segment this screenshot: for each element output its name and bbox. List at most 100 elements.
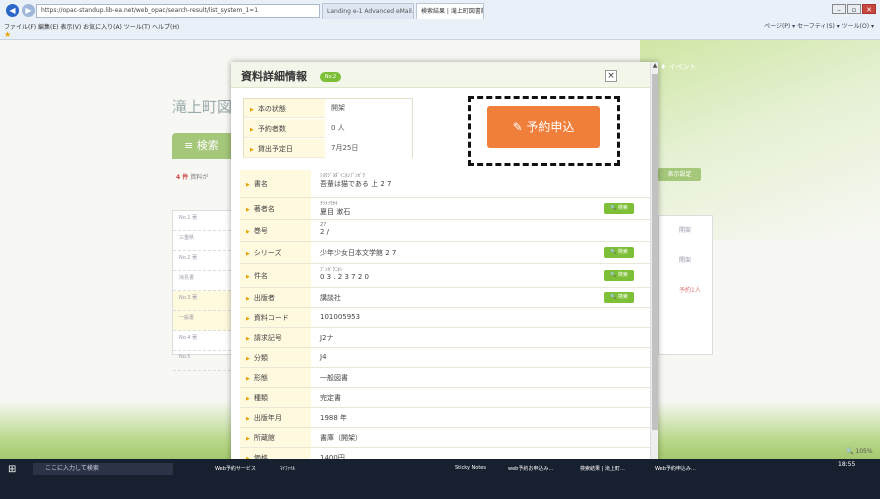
detail-label: 分類 [246, 353, 268, 363]
status-value: 開架 [325, 99, 412, 118]
detail-row: 著者名 ﾅﾂﾒｿｳｾｷ夏目 漱石 🔍 検索 [240, 198, 650, 220]
detail-label-cell: 形態 [240, 368, 311, 387]
list-item[interactable]: 滝島書 [173, 271, 231, 291]
browser-chrome: ◀ ▶ https://opac-standup.lib-ea.net/web_… [0, 0, 880, 40]
display-settings-button[interactable]: 表示設定 [658, 168, 701, 181]
taskbar-item[interactable]: Sticky Notes [455, 465, 486, 471]
detail-row: 所蔵館 書庫（開架） [240, 428, 650, 448]
detail-label: 出版者 [246, 293, 275, 303]
scroll-thumb[interactable] [652, 74, 658, 430]
tab-landing[interactable]: Landing e-1 Advanced eMail... [322, 3, 414, 19]
taskbar-search[interactable]: ここに入力して検索 [33, 463, 173, 475]
search-button[interactable]: 🔍 検索 [604, 247, 634, 258]
taskbar-item[interactable]: Web予約申込み… [655, 465, 696, 472]
command-toolbar[interactable]: ページ(P) ▾ セーフティ(S) ▾ ツール(O) ▾ [764, 21, 874, 30]
taskbar-item[interactable]: ﾏｲﾌｧｲﾙ [280, 465, 295, 472]
status-row: 本の状態 開架 [244, 99, 412, 118]
detail-value: J2ナ [320, 334, 334, 342]
forward-icon[interactable]: ▶ [22, 4, 35, 17]
detail-value: 完定書 [320, 394, 341, 402]
list-item[interactable]: No.4 著 [173, 331, 231, 351]
minimize-icon[interactable]: – [832, 4, 846, 14]
status-label: 予約者数 [250, 124, 286, 134]
detail-label: 資料コード [246, 313, 289, 323]
search-button[interactable]: 🔍 検索 [604, 270, 634, 281]
detail-row: 請求記号 J2ナ [240, 328, 650, 348]
detail-row: 種類 完定書 [240, 388, 650, 408]
back-icon[interactable]: ◀ [6, 4, 19, 17]
address-bar[interactable]: https://opac-standup.lib-ea.net/web_opac… [36, 4, 320, 18]
detail-label-cell: 書名 [240, 170, 311, 197]
search-button[interactable]: 🔍 検索 [604, 203, 634, 214]
highlight-box [468, 96, 620, 166]
detail-label: 書名 [246, 179, 268, 189]
status-row: 予約者数 0 人 [244, 119, 412, 138]
list-item[interactable]: No.1 著 [173, 211, 231, 231]
detail-value: 書庫（開架） [320, 434, 362, 442]
detail-value: 少年少女日本文学館 2 7 [320, 249, 397, 257]
status-row: 貸出予定日 7月25日 [244, 139, 412, 158]
status-value: 7月25日 [325, 139, 412, 158]
detail-value: 0 3 . 2 3 7 2 0 [320, 273, 369, 281]
detail-kana: ﾅﾂﾒｿｳｾｷ [320, 201, 338, 207]
hit-count: 4 件 資料が [176, 174, 209, 181]
windows-start-icon[interactable]: ⊞ [8, 464, 16, 475]
detail-label: 所蔵館 [246, 433, 275, 443]
favorites-star-icon[interactable]: ★ [4, 30, 11, 39]
availability-column: 開架 開架 予約1人 [658, 215, 713, 355]
menu-bar[interactable]: ファイル(F) 編集(E) 表示(V) お気に入り(A) ツール(T) ヘルプ(… [4, 22, 179, 31]
detail-label-cell: 所蔵館 [240, 428, 311, 447]
detail-value-cell: 101005953 [320, 313, 360, 321]
detail-value-cell: J2ナ [320, 333, 334, 343]
result-list: No.1 著 三重県 No.2 著 滝島書 No.3 著 一般書 No.4 著 … [172, 210, 232, 371]
detail-row: 分類 J4 [240, 348, 650, 368]
detail-value: 講談社 [320, 294, 341, 302]
list-item[interactable]: No.3 著 [173, 291, 231, 311]
detail-label: 種類 [246, 393, 268, 403]
maximize-icon[interactable]: ▫ [847, 4, 861, 14]
taskbar-item[interactable]: 検索結果 | 滝上町… [580, 465, 625, 472]
detail-label: 件名 [246, 271, 268, 281]
detail-label-cell: 資料コード [240, 308, 311, 327]
availability-value: 開架 [679, 227, 692, 234]
taskbar: ⊞ ここに入力して検索 Web予約サービス ﾏｲﾌｧｲﾙ Sticky Note… [0, 459, 880, 499]
close-window-icon[interactable]: ✕ [862, 4, 876, 14]
detail-label-cell: 出版年月 [240, 408, 311, 427]
detail-row: 件名 ﾌﾞﾝｶﾞｸﾆﾎﾝ0 3 . 2 3 7 2 0 🔍 検索 [240, 264, 650, 288]
detail-label: 著者名 [246, 204, 275, 214]
detail-value-cell: 一般図書 [320, 373, 348, 383]
zoom-level[interactable]: 🔍 105% [846, 448, 873, 455]
detail-value: 夏目 漱石 [320, 208, 351, 216]
scroll-up-icon[interactable]: ▲ [651, 62, 658, 72]
list-item[interactable]: 一般書 [173, 311, 231, 331]
detail-label-cell: 分類 [240, 348, 311, 367]
detail-label: 形態 [246, 373, 268, 383]
close-icon[interactable]: × [605, 70, 617, 82]
list-item[interactable]: No.2 著 [173, 251, 231, 271]
event-link[interactable]: ♦ イベント [660, 62, 697, 72]
modal-title: 資料詳細情報 [241, 70, 307, 83]
detail-modal: 資料詳細情報 No.2 × 本の状態開架 予約者数0 人 貸出予定日7月25日 … [231, 62, 658, 474]
detail-value-cell: ﾅﾂﾒｿｳｾｷ 夏目 漱石 [320, 200, 350, 217]
detail-label-cell: シリーズ [240, 242, 311, 263]
detail-label-cell: 巻号 [240, 220, 311, 241]
detail-value-cell: 少年少女日本文学館 2 7 [320, 248, 396, 258]
search-button[interactable]: 🔍 検索 [604, 292, 634, 303]
detail-label-cell: 種類 [240, 388, 311, 407]
detail-value: J4 [320, 353, 327, 361]
detail-value-cell: 1988 年 [320, 413, 347, 423]
taskbar-item[interactable]: web予約お申込み… [508, 465, 553, 472]
detail-value-cell: 書庫（開架） [320, 433, 362, 443]
taskbar-clock: 18:55 [838, 461, 856, 468]
list-item[interactable]: 三重県 [173, 231, 231, 251]
taskbar-item[interactable]: Web予約サービス [215, 465, 256, 472]
tab-search-result[interactable]: 検索結果 | 滝上町図書館 [416, 3, 484, 19]
detail-kana: ｼﾖｳｼﾞﾖﾀﾞｲﾆﾎﾝﾌﾞﾝｶﾞｸ [320, 173, 366, 179]
detail-kana: ﾌﾞﾝｶﾞｸﾆﾎﾝ [320, 267, 343, 273]
status-box: 本の状態 開架 予約者数 0 人 貸出予定日 7月25日 [243, 98, 413, 158]
detail-label: 巻号 [246, 226, 268, 236]
modal-scrollbar[interactable]: ▲ ▼ [650, 62, 658, 474]
detail-value-cell: ﾌﾞﾝｶﾞｸﾆﾎﾝ 0 3 . 2 3 7 2 0 [320, 266, 369, 281]
record-badge: No.2 [320, 72, 341, 82]
list-item[interactable]: No.5 [173, 351, 231, 371]
